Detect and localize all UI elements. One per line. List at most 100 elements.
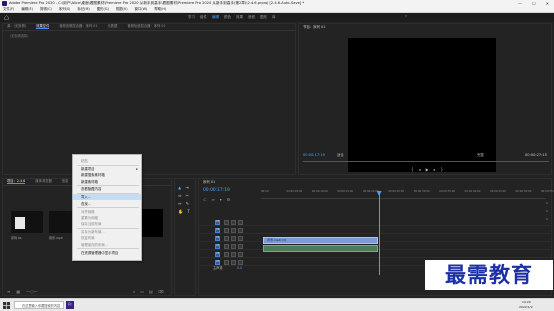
zoom-slider[interactable]: —○— (26, 289, 38, 294)
quality-dropdown[interactable]: 完整 (477, 153, 484, 157)
add-marker-icon[interactable]: ▾ (220, 197, 222, 202)
tab-effect-controls[interactable]: 效果控件 (36, 24, 50, 30)
context-menu-item[interactable]: 管理保存的布局... (73, 242, 141, 248)
track-control-button[interactable] (231, 260, 236, 265)
context-menu-item[interactable]: 另存为新布局... (73, 229, 141, 235)
track-control-button[interactable] (224, 228, 229, 233)
play-icon[interactable]: ▶ (426, 167, 429, 172)
track-control-button[interactable] (224, 260, 229, 265)
step-back-icon[interactable]: ◂ (419, 167, 421, 172)
mark-in-icon[interactable]: { (411, 167, 414, 172)
track-control-button[interactable] (224, 236, 229, 241)
close-button[interactable]: ✕ (546, 1, 549, 6)
menu-help[interactable]: 帮助(H) (154, 7, 166, 11)
tab-source[interactable]: 源：(无剪辑) (7, 25, 26, 29)
audio-clip[interactable] (263, 245, 378, 252)
bin-item-label[interactable]: 序列 01 (11, 237, 22, 240)
fit-dropdown[interactable]: 适合 (337, 153, 344, 157)
workspace-tab-graphics[interactable]: 图形 (260, 15, 267, 20)
workspace-more-button[interactable]: » (405, 14, 407, 19)
program-video-frame[interactable] (348, 38, 496, 172)
track-control-button[interactable] (231, 252, 236, 257)
context-menu-item[interactable]: 查找... (73, 201, 141, 207)
program-monitor-title[interactable]: 节目：序列 01 (303, 25, 325, 29)
playhead[interactable] (378, 191, 380, 275)
pen-tool-icon[interactable]: ✎ (186, 201, 190, 206)
context-menu-item[interactable]: 在资源管理器中显示项目 (73, 250, 141, 256)
minimize-button[interactable]: — (518, 1, 522, 6)
type-tool-icon[interactable]: T (187, 209, 190, 214)
track-control-button[interactable] (231, 228, 236, 233)
mark-out-icon[interactable]: } (441, 167, 444, 172)
track-control-button[interactable] (238, 244, 243, 249)
menu-view[interactable]: 视图(V) (116, 7, 128, 11)
tab-project[interactable]: 项目：2.4.6 (7, 179, 26, 185)
master-volume-value[interactable]: 0.0 (237, 266, 242, 270)
track-control-button[interactable] (238, 228, 243, 233)
menu-edit[interactable]: 编辑(E) (21, 7, 33, 11)
settings-icon[interactable]: ⚙ (227, 197, 231, 202)
context-menu-item[interactable]: 新建素材箱 (73, 179, 141, 185)
workspace-tab-editing[interactable]: 编辑 (212, 15, 219, 20)
workspace-tab-effects[interactable]: 效果 (236, 15, 243, 20)
search-icon[interactable]: ⌕ (133, 289, 135, 294)
tab-audio-clip-mixer[interactable]: 音频剪辑混合器：序列 01 (59, 25, 97, 29)
track-control-button[interactable] (231, 220, 236, 225)
track-control-button[interactable] (238, 260, 243, 265)
menu-graphics[interactable]: 图形(G) (97, 7, 109, 11)
bin-thumbnail[interactable] (11, 211, 43, 233)
tab-media-browser[interactable]: 媒体浏览器 (35, 180, 51, 184)
track-control-button[interactable] (224, 252, 229, 257)
track-control-button[interactable] (238, 252, 243, 257)
bin-item-label[interactable]: 音乐.mp3 (49, 237, 63, 240)
track-control-button[interactable] (224, 244, 229, 249)
solo-icon[interactable]: S (546, 201, 551, 205)
timeline-timecode[interactable]: 00:00:17:19 (203, 188, 230, 193)
track-row[interactable]: V3 (199, 219, 553, 226)
windows-start-icon[interactable] (3, 302, 10, 309)
ripple-edit-tool-icon[interactable]: ⇔ (178, 193, 182, 198)
track-control-button[interactable] (238, 236, 243, 241)
list-view-icon[interactable]: ≡ (7, 289, 10, 294)
menu-sequence[interactable]: 序列(S) (59, 7, 71, 11)
bin-thumbnail[interactable] (49, 211, 73, 233)
tab-metadata[interactable]: 元数据 (107, 25, 117, 29)
solo-icon[interactable]: S (546, 209, 551, 213)
context-menu-item[interactable]: 新建项目 ▸ (73, 166, 141, 172)
maximize-button[interactable]: ☐ (532, 1, 536, 6)
workspace-tab-audio[interactable]: 音频 (248, 15, 255, 20)
track-select-tool-icon[interactable]: ⇥ (185, 185, 189, 190)
snap-icon[interactable]: ⊂ (203, 197, 206, 202)
track-control-button[interactable] (231, 244, 236, 249)
taskbar-search-input[interactable]: 在这里输入你要搜索的内容 (14, 301, 64, 309)
time-ruler[interactable]: 00:00 00:00:05:00 00:00:10:00 00:00:15:00 00… (261, 190, 554, 199)
icon-view-icon[interactable]: ▦ (16, 289, 20, 294)
trash-icon[interactable]: ⌫ (158, 289, 164, 294)
program-timecode[interactable]: 00:00:17:19 (303, 153, 325, 158)
menu-markers[interactable]: 标记(M) (77, 7, 89, 11)
context-menu-item[interactable]: 重置为网格 (73, 215, 141, 221)
context-menu-item[interactable]: 新建搜索素材箱 (73, 172, 141, 178)
menu-file[interactable]: 文件(F) (3, 7, 14, 11)
workspace-tab-learn[interactable]: 学习 (188, 15, 195, 20)
premiere-taskbar-icon[interactable]: Pr (66, 301, 74, 309)
home-icon[interactable] (4, 15, 9, 20)
menu-clip[interactable]: 剪辑(C) (40, 7, 52, 11)
linked-selection-icon[interactable]: ∞ (211, 197, 214, 202)
step-forward-icon[interactable]: ▸ (434, 167, 436, 172)
workspace-tab-color[interactable]: 颜色 (224, 15, 231, 20)
program-scrubber[interactable] (303, 161, 549, 162)
track-control-button[interactable] (231, 236, 236, 241)
solo-icon[interactable]: S (546, 217, 551, 221)
selection-tool-icon[interactable]: ▲ (178, 185, 181, 190)
menu-window[interactable]: 窗口(W) (135, 7, 148, 11)
context-menu-item[interactable]: 导入... (73, 194, 141, 201)
clock-date[interactable]: 2022/1/9 (519, 306, 532, 309)
context-menu-item[interactable]: 保存当前布局 (73, 221, 141, 227)
track-row[interactable]: A2 (199, 251, 553, 258)
context-menu-item[interactable]: 恢复布局 (73, 235, 141, 241)
track-control-button[interactable] (224, 220, 229, 225)
workspace-tab-libraries[interactable]: 库 (272, 15, 276, 20)
video-clip[interactable]: 背景.mp4 [V] (263, 237, 378, 244)
track-row[interactable]: V2 (199, 227, 553, 234)
